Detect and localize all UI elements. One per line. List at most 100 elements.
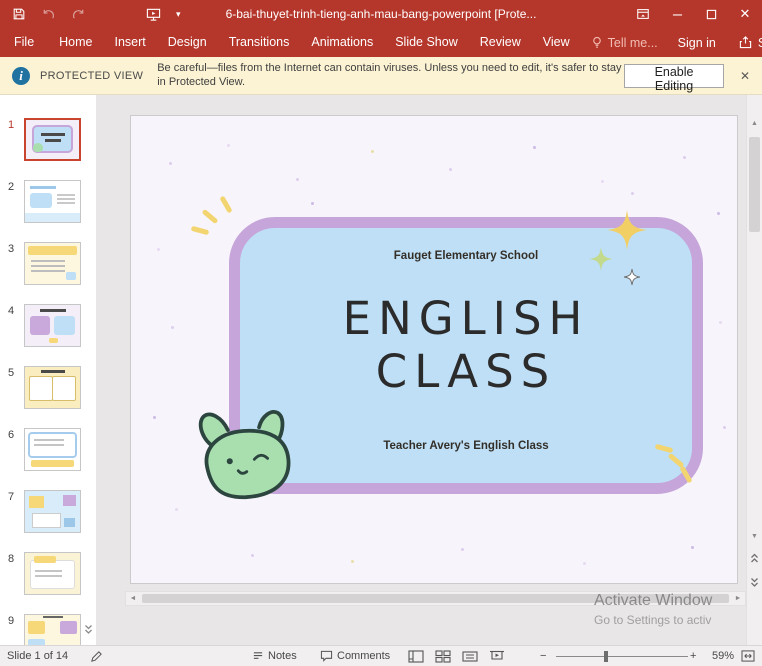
thumbnail-graphic xyxy=(25,181,80,222)
activation-watermark: Activate Window Go to Settings to activ xyxy=(594,592,713,627)
tab-animations[interactable]: Animations xyxy=(300,28,384,57)
slide-thumbnail-7[interactable]: 7 xyxy=(0,490,96,538)
slide-number: 7 xyxy=(8,491,15,503)
slide-thumbnail-8[interactable]: 8 xyxy=(0,552,96,600)
scroll-up-icon[interactable]: ▲ xyxy=(747,120,762,127)
sparkle-star-green-icon xyxy=(589,247,613,271)
zoom-out-icon[interactable]: − xyxy=(540,646,546,666)
notes-button[interactable]: Notes xyxy=(252,646,297,666)
notes-label: Notes xyxy=(268,650,297,662)
thumbnail-graphic xyxy=(25,305,80,346)
scroll-left-icon[interactable]: ◄ xyxy=(126,595,140,602)
dash-decoration xyxy=(201,208,219,225)
slide-show-view-icon[interactable] xyxy=(485,650,508,663)
slide-number: 8 xyxy=(8,553,15,565)
undo-icon[interactable] xyxy=(41,7,56,21)
normal-view-icon[interactable] xyxy=(404,649,427,663)
tab-design[interactable]: Design xyxy=(157,28,218,57)
zoom-slider-track[interactable] xyxy=(556,656,688,657)
cat-character-graphic xyxy=(198,410,291,500)
comments-button[interactable]: Comments xyxy=(320,646,390,666)
minimize-icon[interactable] xyxy=(660,0,694,28)
slide-thumbnail-9[interactable]: 9 xyxy=(0,614,96,645)
thumbnail-scroll-down-icon[interactable] xyxy=(84,624,93,635)
protected-view-label: PROTECTED VIEW xyxy=(40,69,144,82)
status-bar: Slide 1 of 14 Notes Comments − + 59% xyxy=(0,645,762,666)
slide-number: 3 xyxy=(8,243,15,255)
subtitle-text: Teacher Avery's English Class xyxy=(383,440,549,452)
slide-thumbnail-2[interactable]: 2 xyxy=(0,180,96,228)
slide-editing-area[interactable]: Fauget Elementary School ENGLISH CLASS T… xyxy=(130,115,738,584)
thumbnail-preview xyxy=(24,552,81,595)
ink-pen-icon[interactable] xyxy=(90,646,103,666)
tab-insert[interactable]: Insert xyxy=(104,28,157,57)
vertical-scrollbar[interactable]: ▲ ▼ xyxy=(746,95,762,645)
slide-number: 2 xyxy=(8,181,15,193)
redo-icon[interactable] xyxy=(71,7,86,21)
view-switcher xyxy=(404,646,508,666)
next-slide-button[interactable] xyxy=(747,577,762,588)
slide-number: 1 xyxy=(8,119,15,131)
thumbnail-preview xyxy=(24,242,81,285)
vertical-scroll-thumb[interactable] xyxy=(749,137,760,232)
previous-slide-button[interactable] xyxy=(747,553,762,564)
tab-slide-show[interactable]: Slide Show xyxy=(384,28,469,57)
slide-number: 6 xyxy=(8,429,15,441)
zoom-percentage[interactable]: 59% xyxy=(702,646,734,666)
tab-home[interactable]: Home xyxy=(48,28,103,57)
tab-transitions[interactable]: Transitions xyxy=(218,28,301,57)
thumbnail-graphic xyxy=(25,491,80,532)
customize-quick-access-toolbar-icon[interactable]: ▾ xyxy=(176,0,181,28)
tab-view[interactable]: View xyxy=(532,28,581,57)
zoom-slider-thumb[interactable] xyxy=(604,651,608,662)
slide-number: 9 xyxy=(8,615,15,627)
share-icon xyxy=(739,36,752,49)
thumbnail-preview xyxy=(24,428,81,471)
fit-slide-to-window-icon[interactable] xyxy=(741,646,755,666)
ribbon-right-group: Tell me... Sign in Share xyxy=(581,36,762,50)
workspace: 1 2 3 4 5 6 7 8 9 Fauget Elementary Scho… xyxy=(0,95,762,645)
thumbnail-preview xyxy=(24,490,81,533)
thumbnail-preview xyxy=(24,614,81,645)
sparkle-star-yellow-icon xyxy=(607,210,647,250)
save-icon[interactable] xyxy=(12,7,26,21)
start-slideshow-icon[interactable] xyxy=(146,7,161,22)
thumbnail-graphic xyxy=(25,367,80,408)
slide-thumbnail-4[interactable]: 4 xyxy=(0,304,96,352)
protected-view-bar: i PROTECTED VIEW Be careful—files from t… xyxy=(0,57,762,95)
zoom-slider[interactable] xyxy=(556,646,688,666)
zoom-in-icon[interactable]: + xyxy=(690,646,696,666)
slide-number: 5 xyxy=(8,367,15,379)
message-bar-close-icon[interactable]: ✕ xyxy=(740,69,750,83)
sign-in-button[interactable]: Sign in xyxy=(668,36,726,50)
tab-review[interactable]: Review xyxy=(469,28,532,57)
sparkle-star-outline-icon xyxy=(624,269,640,285)
slide-thumbnail-3[interactable]: 3 xyxy=(0,242,96,290)
maximize-icon[interactable] xyxy=(694,0,728,28)
scroll-down-icon[interactable]: ▼ xyxy=(747,533,762,540)
share-button[interactable]: Share xyxy=(726,36,762,50)
comments-label: Comments xyxy=(337,650,391,662)
slide-thumbnail-6[interactable]: 6 xyxy=(0,428,96,476)
thumbnail-preview xyxy=(24,366,81,409)
comments-icon xyxy=(320,650,333,662)
ribbon-display-options-icon[interactable] xyxy=(626,0,660,28)
tab-file[interactable]: File xyxy=(0,28,48,57)
slide-thumbnail-5[interactable]: 5 xyxy=(0,366,96,414)
slide-thumbnail-1[interactable]: 1 xyxy=(0,118,96,166)
watermark-line-1: Activate Window xyxy=(594,592,713,609)
thumbnail-preview xyxy=(24,118,81,161)
thumbnail-preview xyxy=(24,304,81,347)
window-controls: ✕ xyxy=(626,0,762,28)
title-bar: ▾ 6-bai-thuyet-trinh-tieng-anh-mau-bang-… xyxy=(0,0,762,28)
title-line-1: ENGLISH xyxy=(342,292,590,345)
enable-editing-button[interactable]: Enable Editing xyxy=(624,63,724,93)
dot-pattern-decoration xyxy=(131,116,134,119)
slide-title-card: Fauget Elementary School ENGLISH CLASS T… xyxy=(229,217,703,494)
tell-me-box[interactable]: Tell me... xyxy=(581,36,668,50)
close-icon[interactable]: ✕ xyxy=(728,0,762,28)
reading-view-icon[interactable] xyxy=(458,650,481,663)
slide-sorter-view-icon[interactable] xyxy=(431,649,454,663)
tell-me-label: Tell me... xyxy=(607,35,658,50)
scroll-right-icon[interactable]: ► xyxy=(731,595,745,602)
